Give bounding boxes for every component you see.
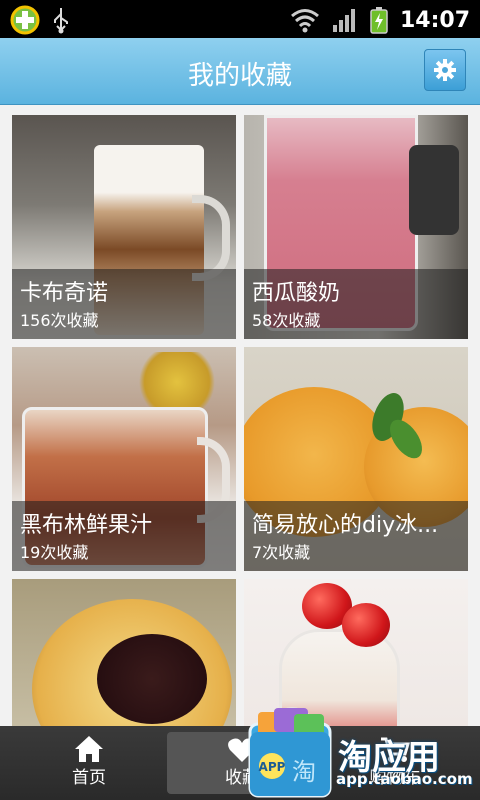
status-time: 14:07 bbox=[399, 7, 470, 33]
ad-badge: APP bbox=[259, 760, 286, 774]
tab-label: 首页 bbox=[72, 768, 106, 788]
favorite-count: 7次收藏 bbox=[252, 543, 311, 562]
favorite-name: 简易放心的diy冰... bbox=[252, 513, 439, 538]
favorite-card[interactable] bbox=[244, 579, 468, 726]
black-rice-pudding-image bbox=[12, 579, 236, 726]
title-bar: 我的收藏 bbox=[0, 38, 480, 105]
favorite-name: 西瓜酸奶 bbox=[252, 281, 341, 306]
favorite-name: 卡布奇诺 bbox=[20, 281, 109, 306]
favorite-card[interactable]: 简易放心的diy冰... 7次收藏 bbox=[244, 347, 468, 571]
signal-icon bbox=[332, 9, 355, 32]
battery-icon bbox=[370, 7, 388, 34]
favorite-count: 19次收藏 bbox=[20, 543, 89, 562]
shopping-bag-logo: APP 淘 bbox=[248, 707, 332, 798]
gear-icon bbox=[434, 59, 456, 81]
favorite-name: 黑布林鲜果汁 bbox=[20, 513, 153, 538]
favorite-count: 58次收藏 bbox=[252, 311, 321, 330]
favorite-card[interactable]: 黑布林鲜果汁 19次收藏 bbox=[12, 347, 236, 571]
favorite-card[interactable]: 卡布奇诺 156次收藏 bbox=[12, 115, 236, 339]
favorites-grid: 卡布奇诺 156次收藏 西瓜酸奶 58次收藏 黑布林鲜果汁 19次收藏 简易放心… bbox=[0, 104, 480, 726]
tab-home[interactable]: 首页 bbox=[14, 732, 164, 794]
cherry-sundae-image bbox=[244, 579, 468, 726]
page-title: 我的收藏 bbox=[187, 61, 292, 91]
ad-url: app.taobao.com bbox=[336, 770, 473, 788]
wifi-icon bbox=[291, 9, 319, 33]
favorite-count: 156次收藏 bbox=[20, 311, 99, 330]
usb-icon bbox=[54, 8, 68, 34]
settings-button[interactable] bbox=[424, 49, 466, 91]
status-bar: 14:07 bbox=[0, 0, 480, 38]
favorite-card[interactable]: 西瓜酸奶 58次收藏 bbox=[244, 115, 468, 339]
favorite-card[interactable] bbox=[12, 579, 236, 726]
add-circle-icon bbox=[10, 5, 40, 35]
svg-text:淘: 淘 bbox=[292, 758, 316, 786]
home-icon bbox=[75, 736, 103, 762]
taobao-app-ad[interactable]: APP 淘 淘应用 app.taobao.com bbox=[244, 706, 480, 800]
